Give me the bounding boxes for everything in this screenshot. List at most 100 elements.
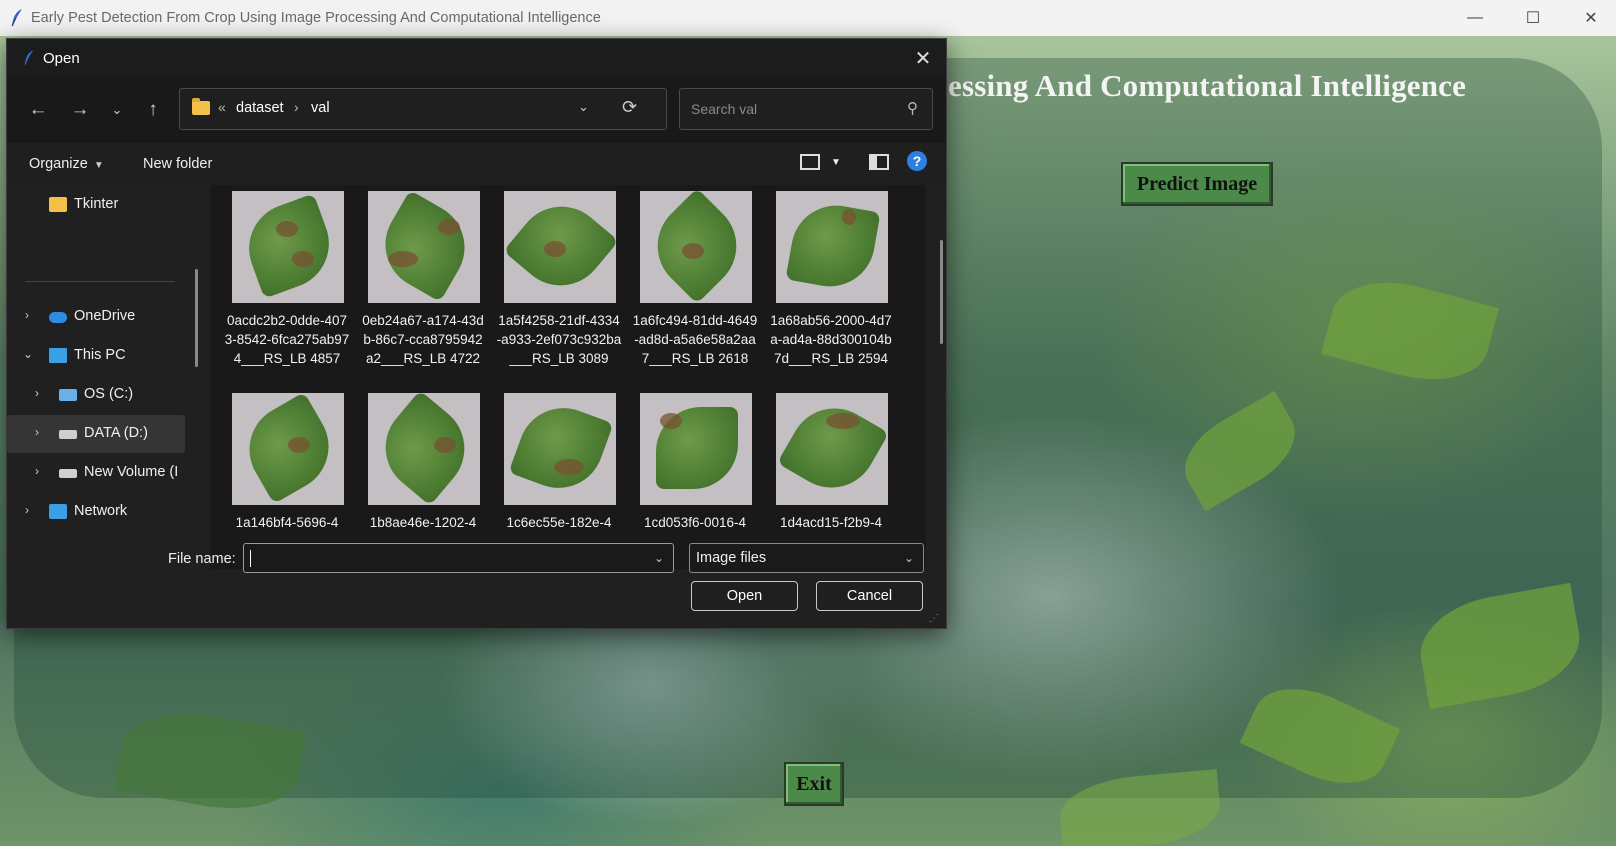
breadcrumb-dataset[interactable]: dataset bbox=[236, 100, 284, 116]
caret-down-icon: ▼ bbox=[93, 160, 104, 171]
recent-locations-button[interactable]: ⌄ bbox=[103, 96, 131, 124]
caret-down-icon: ▼ bbox=[831, 157, 841, 168]
cloud-icon bbox=[49, 312, 67, 323]
folder-icon bbox=[49, 197, 67, 212]
drive-icon bbox=[59, 430, 77, 439]
file-type-select[interactable]: Image files ⌄ bbox=[689, 543, 924, 573]
chevron-right-icon[interactable]: › bbox=[35, 386, 39, 400]
file-name: 1a5f4258-21df-4334-a933-2ef073c932ba___R… bbox=[496, 313, 622, 366]
navigation-bar: ← → ⌄ ↑ « dataset › val ⌄ ⟳ Search val ⚲ bbox=[7, 77, 946, 143]
main-window-titlebar: Early Pest Detection From Crop Using Ima… bbox=[0, 0, 1616, 36]
forward-button[interactable]: → bbox=[66, 96, 94, 124]
nav-item-label: Network bbox=[74, 503, 128, 519]
file-name: 0eb24a67-a174-43db-86c7-cca8795942a2___R… bbox=[362, 313, 484, 366]
chevron-down-icon[interactable]: ⌄ bbox=[654, 551, 664, 565]
text-cursor bbox=[250, 550, 251, 567]
nav-scrollbar[interactable] bbox=[195, 269, 198, 367]
file-name: 1a68ab56-2000-4d7a-ad4a-88d300104b7d___R… bbox=[770, 313, 892, 366]
view-options-dropdown[interactable]: ▼ bbox=[831, 157, 841, 168]
breadcrumb-val[interactable]: val bbox=[311, 100, 330, 116]
feather-icon bbox=[11, 9, 22, 27]
nav-item-data-d[interactable]: › DATA (D:) bbox=[7, 415, 185, 453]
predict-image-button[interactable]: Predict Image bbox=[1121, 162, 1273, 206]
file-name-input[interactable]: ⌄ bbox=[243, 543, 674, 573]
search-box[interactable]: Search val ⚲ bbox=[679, 88, 933, 130]
leaf-thumbnail bbox=[368, 393, 480, 505]
back-button[interactable]: ← bbox=[24, 96, 52, 124]
file-name: 0acdc2b2-0dde-4073-8542-6fca275ab974___R… bbox=[224, 313, 350, 366]
file-list: 0acdc2b2-0dde-4073-8542-6fca275ab974___R… bbox=[210, 185, 926, 569]
file-name: 1d4acd15-f2b9-4 bbox=[779, 515, 883, 530]
file-name: 1cd053f6-0016-4 bbox=[643, 515, 747, 530]
resize-grip-icon[interactable]: ⋰ bbox=[929, 613, 939, 624]
nav-item-onedrive[interactable]: › OneDrive bbox=[7, 298, 185, 336]
overflow-crumbs[interactable]: « bbox=[218, 99, 226, 115]
dialog-close-button[interactable]: ✕ bbox=[906, 42, 940, 74]
nav-divider bbox=[25, 281, 175, 282]
file-name: 1c6ec55e-182e-4 bbox=[506, 515, 612, 530]
new-folder-button[interactable]: New folder bbox=[143, 156, 212, 172]
help-icon[interactable]: ? bbox=[907, 151, 927, 171]
up-button[interactable]: ↑ bbox=[139, 96, 167, 124]
minimize-icon: — bbox=[1467, 9, 1483, 26]
file-name: 1a6fc494-81dd-4649-ad8d-a5a6e58a2aa7___R… bbox=[632, 313, 758, 366]
nav-item-this-pc[interactable]: ⌄ This PC bbox=[7, 337, 185, 375]
address-bar[interactable]: « dataset › val ⌄ ⟳ bbox=[179, 88, 667, 130]
maximize-button[interactable]: ☐ bbox=[1504, 0, 1562, 36]
address-dropdown-icon[interactable]: ⌄ bbox=[578, 99, 589, 115]
nav-item-label: DATA (D:) bbox=[84, 425, 148, 441]
nav-item-label: OS (C:) bbox=[84, 386, 134, 402]
nav-item-network[interactable]: › Network bbox=[7, 493, 185, 531]
leaf-thumbnail bbox=[776, 393, 888, 505]
app-heading: essing And Computational Intelligence bbox=[948, 68, 1467, 103]
open-button[interactable]: Open bbox=[691, 581, 798, 611]
leaf-thumbnail bbox=[640, 393, 752, 505]
nav-item-label: This PC bbox=[74, 347, 126, 363]
file-name-label: File name: bbox=[168, 551, 236, 567]
chevron-down-icon: ⌄ bbox=[111, 102, 123, 117]
leaf-thumbnail bbox=[640, 191, 752, 303]
folder-icon bbox=[192, 98, 210, 115]
leaf-thumbnail bbox=[776, 191, 888, 303]
network-icon bbox=[49, 504, 67, 519]
chevron-right-icon[interactable]: › bbox=[35, 464, 39, 478]
nav-item-tkinter[interactable]: Tkinter bbox=[7, 186, 185, 224]
minimize-button[interactable]: — bbox=[1446, 0, 1504, 36]
navigation-pane: Tkinter › OneDrive ⌄ This PC › OS (C:) ›… bbox=[7, 185, 203, 569]
close-icon: ✕ bbox=[914, 47, 932, 70]
chevron-down-icon: ⌄ bbox=[903, 551, 914, 565]
nav-item-label: Tkinter bbox=[74, 196, 119, 212]
file-list-scrollbar[interactable] bbox=[940, 240, 943, 344]
organize-label: Organize bbox=[29, 156, 88, 172]
breadcrumb-separator: › bbox=[294, 99, 299, 115]
nav-item-new-volume[interactable]: › New Volume (I bbox=[7, 454, 185, 492]
leaf-thumbnail bbox=[504, 393, 616, 505]
command-bar: Organize ▼ New folder ▼ bbox=[7, 143, 946, 185]
chevron-down-icon[interactable]: ⌄ bbox=[23, 347, 33, 361]
chevron-right-icon[interactable]: › bbox=[35, 425, 39, 439]
file-name: 1a146bf4-5696-4 bbox=[235, 515, 339, 530]
chevron-right-icon[interactable]: › bbox=[25, 308, 29, 322]
drive-icon bbox=[59, 469, 77, 478]
cancel-button[interactable]: Cancel bbox=[816, 581, 923, 611]
arrow-left-icon: ← bbox=[28, 99, 48, 120]
window-close-button[interactable]: ✕ bbox=[1562, 0, 1616, 36]
drive-icon bbox=[59, 389, 77, 401]
leaf-thumbnail bbox=[368, 191, 480, 303]
main-window-title: Early Pest Detection From Crop Using Ima… bbox=[31, 10, 601, 26]
nav-item-os-c[interactable]: › OS (C:) bbox=[7, 376, 185, 414]
view-mode-icon[interactable] bbox=[800, 154, 820, 170]
chevron-right-icon[interactable]: › bbox=[25, 503, 29, 517]
search-icon: ⚲ bbox=[907, 100, 918, 117]
organize-menu[interactable]: Organize ▼ bbox=[29, 156, 104, 172]
file-name: 1b8ae46e-1202-4 bbox=[369, 515, 477, 530]
open-file-dialog: Open ✕ ← → ⌄ ↑ « dataset › val ⌄ ⟳ Searc… bbox=[6, 38, 947, 629]
preview-pane-icon[interactable] bbox=[869, 154, 889, 170]
refresh-icon[interactable]: ⟳ bbox=[622, 97, 637, 118]
exit-button[interactable]: Exit bbox=[784, 762, 844, 806]
dialog-title: Open bbox=[43, 50, 80, 67]
file-type-value: Image files bbox=[696, 550, 767, 566]
computer-icon bbox=[49, 348, 67, 363]
nav-item-label: New Volume (I bbox=[84, 464, 179, 480]
dialog-footer bbox=[7, 569, 946, 628]
